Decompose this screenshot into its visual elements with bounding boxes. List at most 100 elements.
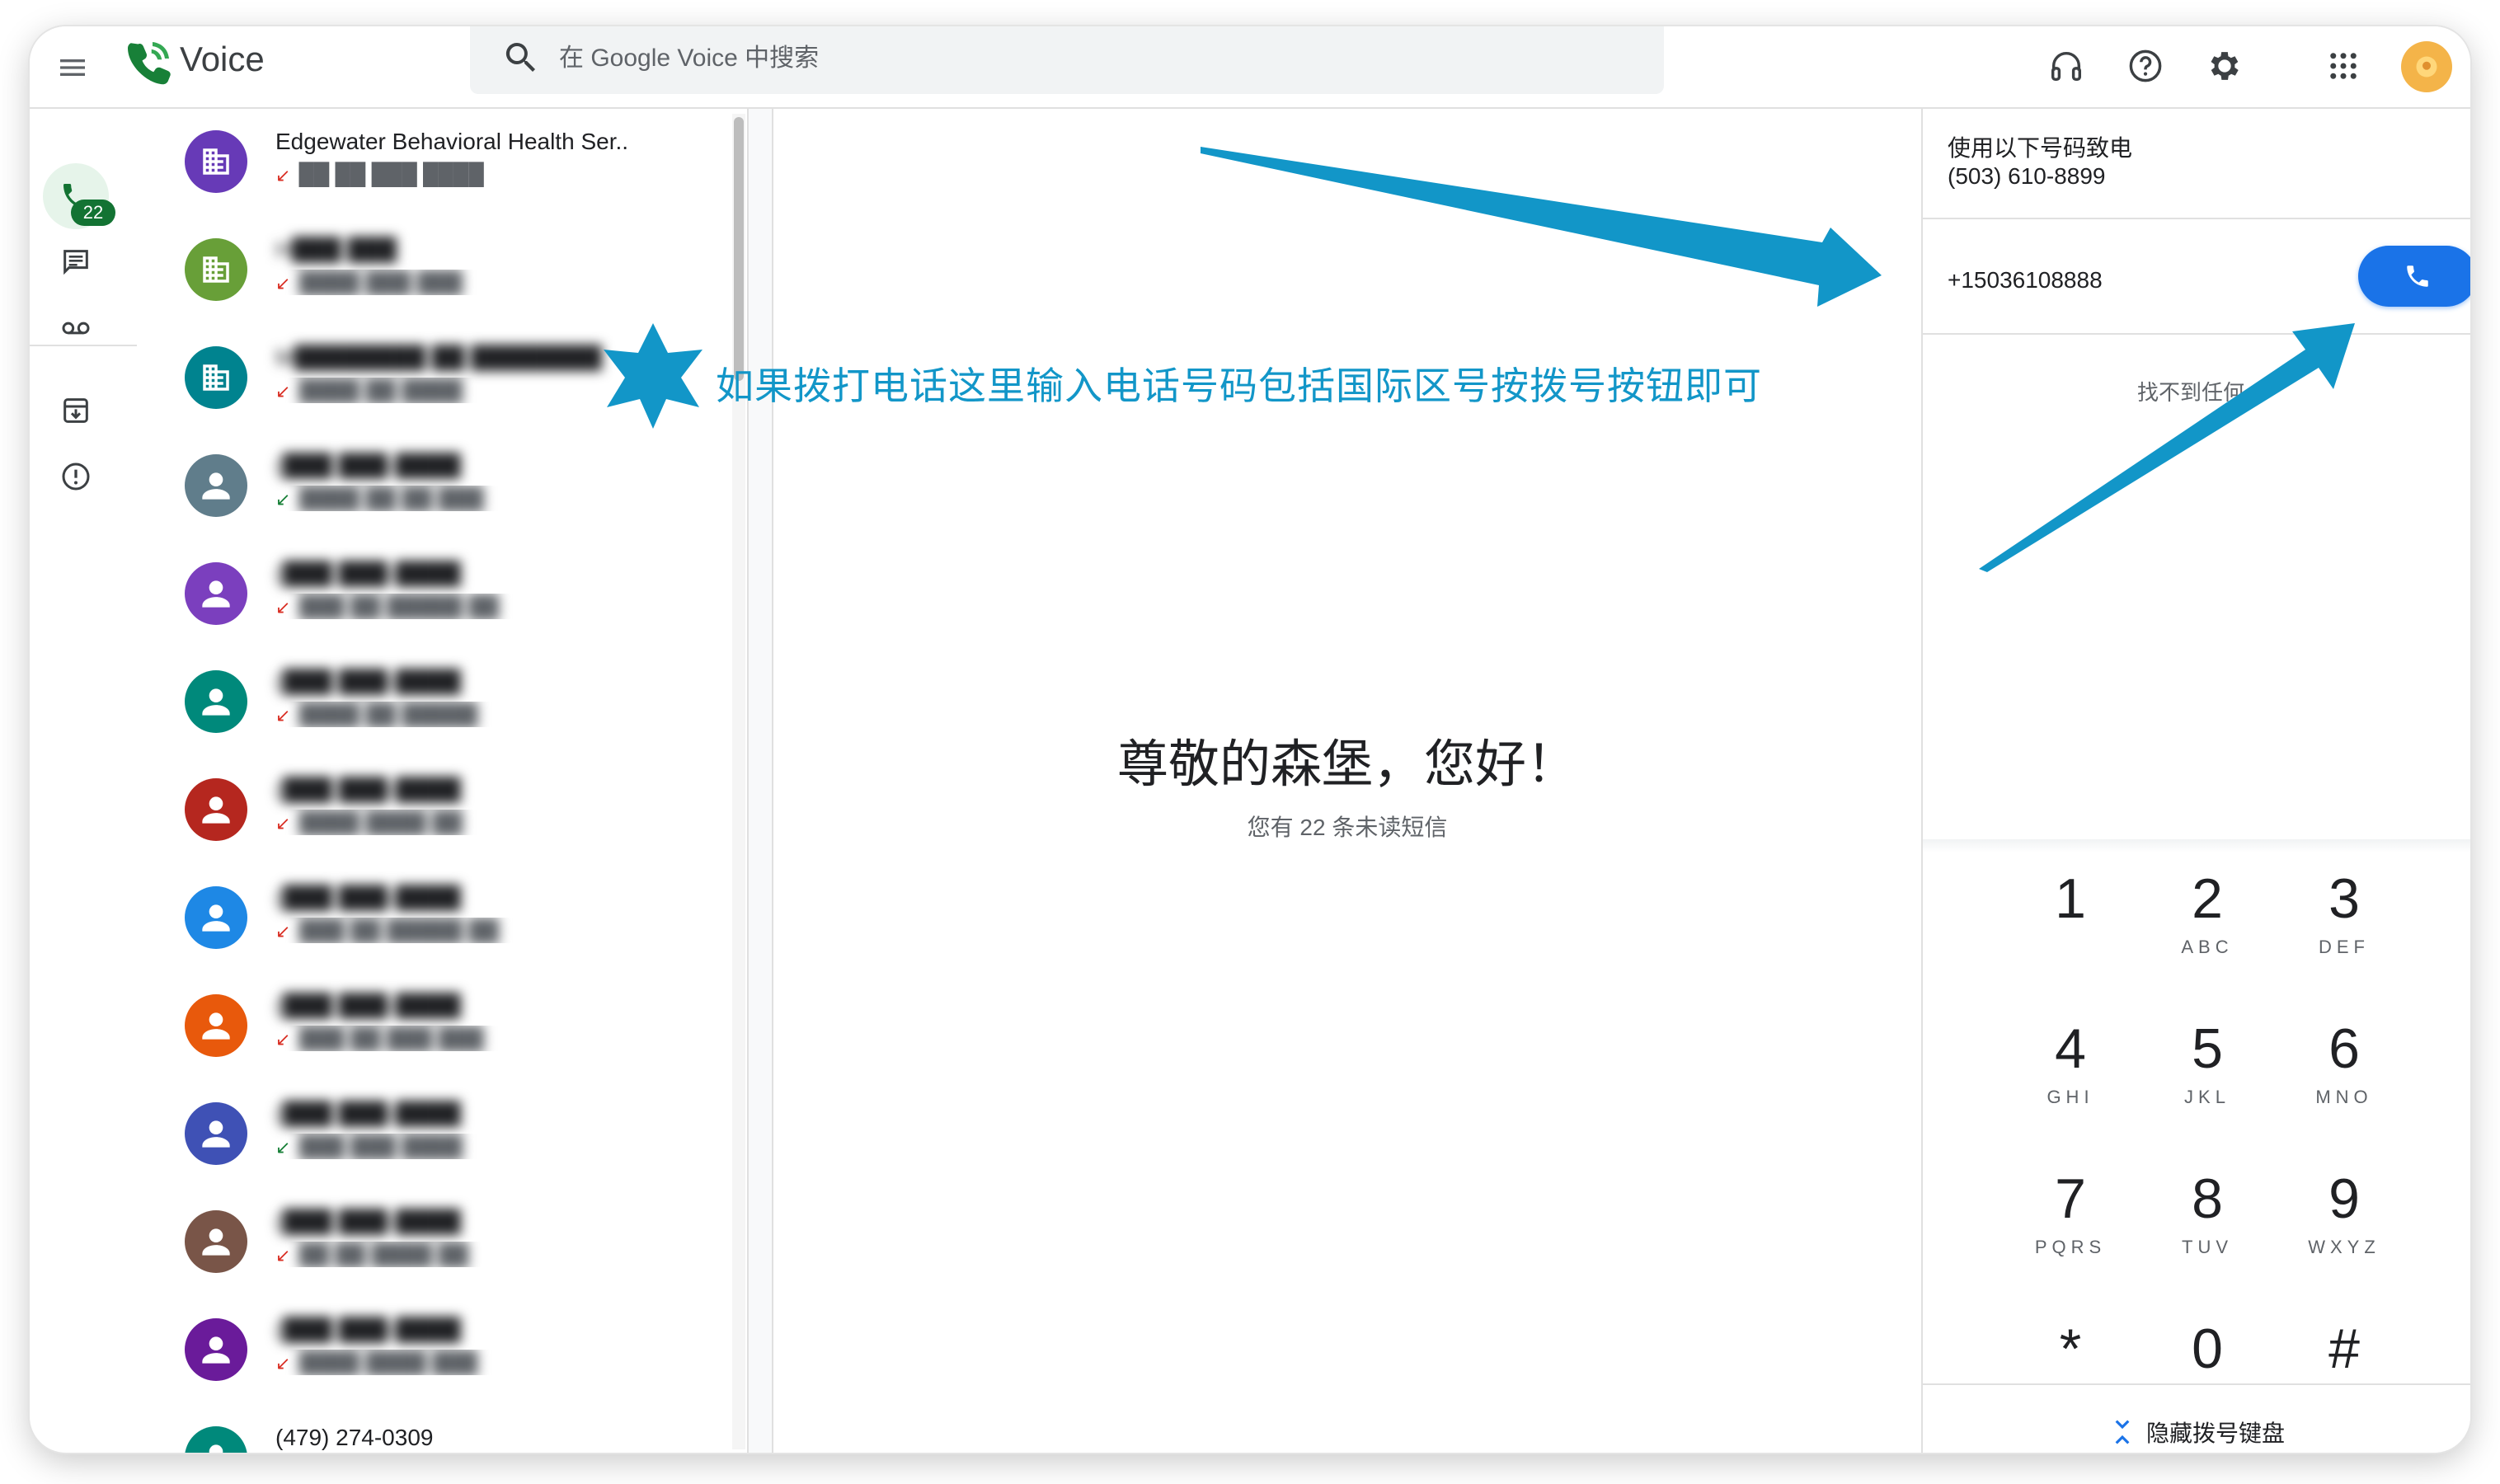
keypad-key[interactable]: 5 JKL xyxy=(2145,1016,2269,1139)
dialer-panel: 使用以下号码致电 (503) 610-8899 找不到任何 1 2 ABC 3 DEF 4… xyxy=(1921,109,2470,1453)
call-detail-text: ████ ███ ███ xyxy=(298,270,463,294)
contact-name: (███ ███-████ xyxy=(275,453,461,478)
person-icon xyxy=(202,1228,230,1256)
call-detail-text: ███ ██ █████ ██ xyxy=(298,918,500,942)
keypad-key[interactable]: 3 DEF xyxy=(2282,866,2406,989)
search-input[interactable] xyxy=(559,35,1631,82)
person-icon xyxy=(202,796,230,824)
list-item[interactable]: (███ ███-████ ↙ ██ ██ ████ ██ xyxy=(137,1189,731,1294)
list-item[interactable]: (███ ███-████ ↙ ████ ████ ██ xyxy=(137,757,731,862)
app-window: Voice 22 xyxy=(30,26,2470,1453)
list-item[interactable]: (███ ███-████ ↙ ████ ██ ██ ███ xyxy=(137,433,731,538)
call-detail: ↙ ████ ██ ████ xyxy=(275,378,630,403)
person-icon xyxy=(202,580,230,608)
call-detail: ↙ ███ ██ █████ ██ xyxy=(275,918,630,943)
contact-name: (███ ███-████ xyxy=(275,885,461,910)
apps-button[interactable] xyxy=(2319,41,2368,91)
list-item[interactable]: Edgewater Behavioral Health Ser... ↙ ██ ██… xyxy=(137,109,731,214)
app-name: Voice xyxy=(180,40,265,78)
call-detail: ↙ ███ ██ ███ ███ xyxy=(275,1026,630,1051)
voicemail-icon xyxy=(62,322,90,335)
contact-avatar xyxy=(185,562,247,625)
list-scrollbar-thumb[interactable] xyxy=(734,117,744,381)
dialer-divider-top xyxy=(1923,218,2470,219)
list-item[interactable]: (███ ███-████ ↙ ████ ██ █████ xyxy=(137,649,731,754)
call-detail-text: ███ ███ ████ xyxy=(298,1134,463,1158)
call-button[interactable] xyxy=(2358,246,2470,307)
person-icon xyxy=(202,1012,230,1040)
contact-avatar xyxy=(185,1318,247,1381)
navigation-rail: 22 xyxy=(30,109,137,1453)
list-item[interactable]: H███ ███ ↙ ████ ███ ███ xyxy=(137,217,731,322)
key-digit: 7 xyxy=(2055,1167,2086,1230)
keypad-key[interactable]: 1 xyxy=(2009,866,2132,989)
contact-avatar xyxy=(185,454,247,517)
app-header: Voice xyxy=(30,26,2470,109)
call-direction-icon: ↙ xyxy=(275,381,291,402)
list-item[interactable]: (███ ███-████ ↙ ███ ███ ████ xyxy=(137,1081,731,1186)
key-letters: WXYZ xyxy=(2308,1237,2380,1257)
call-direction-icon: ↙ xyxy=(275,489,291,510)
call-detail: ↙ ███ ██ █████ ██ xyxy=(275,594,630,619)
call-detail-text: ██ ██ ███ ████ xyxy=(298,162,484,186)
help-button[interactable] xyxy=(2121,41,2170,91)
key-letters: PQRS xyxy=(2034,1237,2107,1257)
settings-button[interactable] xyxy=(2200,41,2249,91)
call-detail: ↙ ████ ████ ██ xyxy=(275,810,630,835)
key-digit: 2 xyxy=(2192,867,2223,930)
list-item[interactable]: (479) 274-0309↗2021 年 10月 28 日 xyxy=(137,1405,731,1453)
nav-archive[interactable] xyxy=(43,378,109,444)
call-direction-icon: ↙ xyxy=(275,921,291,942)
keypad-shadow xyxy=(1923,839,2470,852)
building-icon xyxy=(203,148,229,175)
list-item[interactable]: (███ ███-████ ↙ ███ ██ █████ ██ xyxy=(137,865,731,970)
call-detail-text: ████ ██ █████ xyxy=(298,702,478,726)
call-detail: ↙ ████ ██ █████ xyxy=(275,702,630,727)
contact-avatar xyxy=(185,238,247,301)
list-item[interactable]: (███ ███-████ ↙ ███ ██ ███ ███ xyxy=(137,973,731,1078)
call-direction-icon: ↙ xyxy=(275,1137,291,1158)
account-avatar[interactable] xyxy=(2401,41,2452,92)
keypad-key[interactable]: 4 GHI xyxy=(2009,1016,2132,1139)
call-detail: ↙ ███ ███ ████ xyxy=(275,1134,630,1159)
person-icon xyxy=(202,1120,230,1148)
phone-number-input[interactable] xyxy=(1948,256,2343,305)
person-icon xyxy=(202,904,230,932)
keypad-key[interactable]: 6 MNO xyxy=(2282,1016,2406,1139)
keypad-key[interactable]: 8 TUV xyxy=(2145,1166,2269,1289)
list-item[interactable]: M████████ ██ ████████ ↙ ████ ██ ████ xyxy=(137,325,731,430)
call-direction-icon: ↙ xyxy=(275,1245,291,1266)
gear-icon xyxy=(2211,52,2239,80)
search-icon[interactable] xyxy=(501,38,541,77)
caller-id-number[interactable]: (503) 610-8899 xyxy=(1948,163,2105,190)
person-icon xyxy=(202,1336,230,1364)
report-icon xyxy=(62,463,90,491)
list-item[interactable]: (███ ███-████ ↙ ███ ██ █████ ██ xyxy=(137,541,731,646)
dialer-divider-mid xyxy=(1923,333,2470,335)
rail-divider xyxy=(30,345,137,346)
nav-spam[interactable] xyxy=(43,444,109,510)
person-icon xyxy=(202,472,230,500)
nav-voicemail[interactable] xyxy=(43,295,109,361)
main-menu-button[interactable] xyxy=(53,48,92,87)
list-item[interactable]: (███ ███-████ ↙ ████ ████ ███ xyxy=(137,1297,731,1402)
key-digit: # xyxy=(2328,1317,2360,1380)
contact-avatar xyxy=(185,346,247,409)
nav-messages[interactable] xyxy=(43,229,109,295)
hide-keypad-button[interactable]: 隐藏拨号键盘 xyxy=(1923,1411,2470,1453)
building-icon xyxy=(203,256,229,283)
call-detail-text: ███ ██ █████ ██ xyxy=(298,594,500,618)
key-digit: * xyxy=(2059,1317,2082,1380)
keypad-key[interactable]: 2 ABC xyxy=(2145,866,2269,989)
support-button[interactable] xyxy=(2042,41,2091,91)
contact-avatar xyxy=(185,670,247,733)
key-digit: 4 xyxy=(2055,1017,2086,1080)
user-avatar-icon xyxy=(2416,56,2437,77)
key-digit: 8 xyxy=(2192,1167,2223,1230)
keypad-key[interactable]: 7 PQRS xyxy=(2009,1166,2132,1289)
contact-name: Edgewater Behavioral Health Ser... xyxy=(275,129,630,154)
keypad-key[interactable]: 9 WXYZ xyxy=(2282,1166,2406,1289)
key-letters: MNO xyxy=(2315,1087,2373,1107)
conversation-list: Edgewater Behavioral Health Ser... ↙ ██ ██… xyxy=(137,109,731,1453)
collapse-chevron-icon xyxy=(2115,1420,2130,1444)
